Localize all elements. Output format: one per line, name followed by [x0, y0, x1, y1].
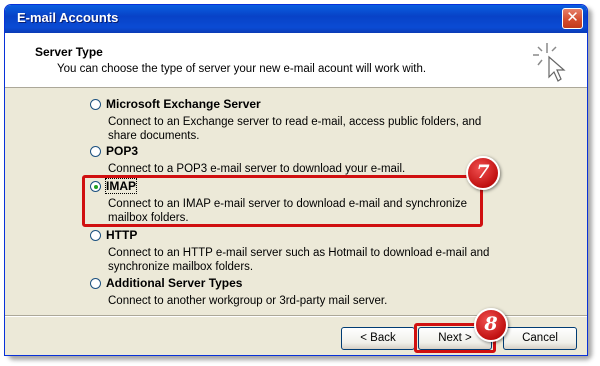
back-button[interactable]: < Back: [341, 327, 415, 350]
email-accounts-dialog: E-mail Accounts ✕ Server Type You can ch…: [4, 4, 588, 356]
page-subtitle: You can choose the type of server your n…: [57, 63, 427, 75]
option-exchange-desc: Connect to an Exchange server to read e-…: [108, 116, 482, 142]
close-icon: ✕: [566, 8, 579, 26]
option-http-desc: Connect to an HTTP e-mail server such as…: [108, 247, 490, 273]
radio-exchange[interactable]: [90, 99, 101, 110]
step-8-badge: 8: [474, 308, 508, 342]
title-bar: E-mail Accounts ✕: [5, 5, 587, 33]
option-additional-label[interactable]: Additional Server Types: [106, 276, 242, 290]
option-pop3-desc: Connect to a POP3 e-mail server to downl…: [108, 163, 406, 175]
radio-http[interactable]: [90, 230, 101, 241]
radio-additional[interactable]: [90, 278, 101, 289]
option-http-label[interactable]: HTTP: [106, 228, 137, 242]
wizard-header: Server Type You can choose the type of s…: [5, 33, 587, 88]
cancel-button[interactable]: Cancel: [503, 327, 577, 350]
page-title: Server Type: [35, 45, 103, 59]
option-exchange-label[interactable]: Microsoft Exchange Server: [106, 97, 261, 111]
imap-highlight-box: [82, 175, 483, 227]
step-7-badge: 7: [466, 156, 500, 190]
wizard-sparkle-cursor-icon: [533, 43, 566, 82]
option-additional-desc: Connect to another workgroup or 3rd-part…: [108, 295, 388, 307]
window-title: E-mail Accounts: [17, 10, 119, 25]
close-button[interactable]: ✕: [562, 8, 583, 29]
radio-pop3[interactable]: [90, 146, 101, 157]
option-pop3-label[interactable]: POP3: [106, 144, 138, 158]
